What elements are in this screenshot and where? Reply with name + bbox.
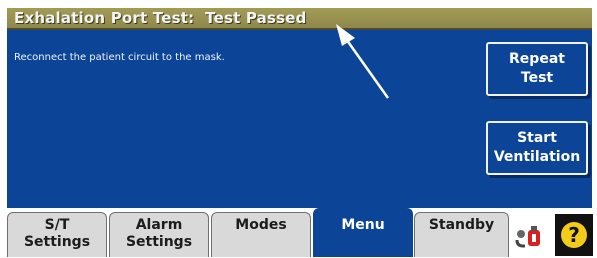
arrow-pointer xyxy=(336,24,390,99)
tab-menu[interactable]: Menu xyxy=(313,208,413,257)
instruction-message: Reconnect the patient circuit to the mas… xyxy=(14,52,225,63)
patient-circuit-icon xyxy=(511,216,549,254)
repeat-test-label-line2: Test xyxy=(520,70,554,86)
title-bar: Exhalation Port Test: Test Passed xyxy=(7,8,592,30)
tab-label: Standby xyxy=(428,217,495,233)
tab-st-settings[interactable]: S/T Settings xyxy=(7,212,107,257)
tab-label: Menu xyxy=(341,217,385,233)
page-title: Exhalation Port Test: Test Passed xyxy=(14,9,307,27)
tab-label: Alarm xyxy=(135,217,183,233)
tab-label: S/T xyxy=(44,217,70,233)
main-panel xyxy=(7,8,592,208)
start-ventilation-button[interactable]: Start Ventilation xyxy=(486,121,588,175)
tab-alarm-settings[interactable]: Alarm Settings xyxy=(109,212,209,257)
repeat-test-label-line1: Repeat xyxy=(509,51,565,67)
help-icon: ? xyxy=(561,222,587,248)
tab-standby[interactable]: Standby xyxy=(414,212,509,257)
start-ventilation-label-line2: Ventilation xyxy=(493,149,581,165)
start-ventilation-label-line1: Start xyxy=(517,130,557,146)
help-button[interactable]: ? xyxy=(555,214,593,256)
tab-modes[interactable]: Modes xyxy=(211,212,311,257)
ventilator-screen: Exhalation Port Test: Test Passed Reconn… xyxy=(0,0,597,257)
tab-label: Modes xyxy=(235,217,287,233)
repeat-test-button[interactable]: Repeat Test xyxy=(486,42,588,96)
tab-label: Settings xyxy=(125,234,193,250)
tab-label: Settings xyxy=(23,234,91,250)
